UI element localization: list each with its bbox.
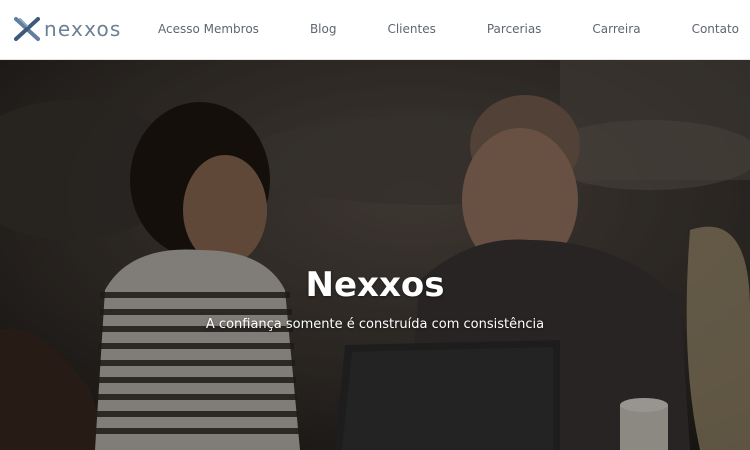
nav-item-blog[interactable]: Blog <box>310 22 337 36</box>
nav-item-clientes[interactable]: Clientes <box>387 22 435 36</box>
nav-item-contato[interactable]: Contato <box>692 22 739 36</box>
hero-background-photo <box>0 60 750 450</box>
hero-banner: Nexxos A confiança somente é construída … <box>0 60 750 450</box>
hero-title: Nexxos <box>305 265 445 305</box>
logo-wordmark: nexxos <box>44 17 122 41</box>
nav-item-acesso-membros[interactable]: Acesso Membros <box>158 22 259 36</box>
site-header: nexxos Acesso Membros Blog Clientes Parc… <box>0 0 750 60</box>
main-nav: Acesso Membros Blog Clientes Parcerias C… <box>158 0 739 57</box>
nav-item-parcerias[interactable]: Parcerias <box>487 22 542 36</box>
page: nexxos Acesso Membros Blog Clientes Parc… <box>0 0 750 450</box>
hero-subtitle: A confiança somente é construída com con… <box>205 317 545 332</box>
site-logo[interactable]: nexxos <box>14 16 122 42</box>
nexxos-logo-icon <box>14 17 40 41</box>
nav-item-carreira[interactable]: Carreira <box>592 22 640 36</box>
